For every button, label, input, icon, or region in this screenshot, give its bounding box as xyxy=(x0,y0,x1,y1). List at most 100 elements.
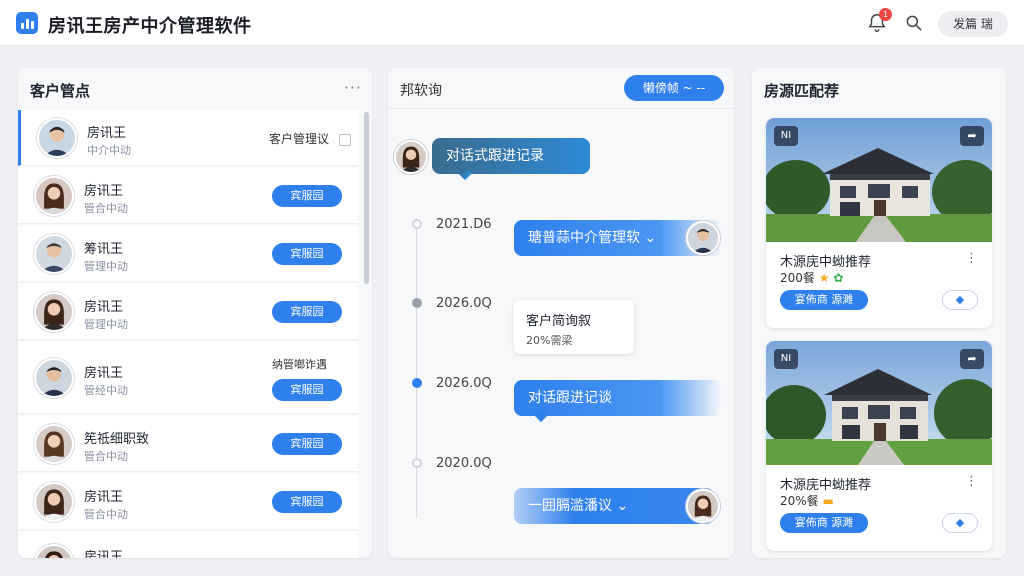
avatar xyxy=(34,358,74,398)
avatar xyxy=(394,140,428,174)
search-icon[interactable] xyxy=(904,13,924,33)
avatar xyxy=(34,482,74,522)
follow-up-bubble[interactable]: 对话跟进记谈 xyxy=(514,380,722,423)
client-note: 纳管啷诈遇 xyxy=(272,358,327,371)
listing-price: 200餐 ★ ✿ xyxy=(780,269,843,286)
avatar xyxy=(34,424,74,464)
client-subtitle: 管理中动 xyxy=(84,260,128,273)
conversation-header-bubble: 对话式跟进记录 xyxy=(432,138,590,181)
listing-card[interactable]: NI ➦ 木源庑中蚴推荐 ⋮ 20%餐 ▬ 宴佈商 源濉 ◆ xyxy=(766,341,992,551)
photo-count-badge: NI xyxy=(774,126,798,146)
client-list: 房讯王 中介中动 客户管理议 房讯王 管合中动 宾服园 筹讯王 管理中动 宾服园 xyxy=(18,110,358,558)
client-subtitle: 中介中动 xyxy=(87,144,131,157)
follow-up-bubble[interactable]: 一囲膈滥潘议 ⌄ xyxy=(514,488,714,524)
follow-up-button[interactable]: 宾服园 xyxy=(272,243,342,265)
avatar xyxy=(34,234,74,274)
more-options-icon[interactable]: ··· xyxy=(344,78,362,97)
send-link-button[interactable]: ◆ xyxy=(942,290,978,310)
follow-up-button[interactable]: 宾服园 xyxy=(272,185,342,207)
timeline-date: 2026.0Q xyxy=(436,376,492,391)
listing-match-title: 房源匹配荐 xyxy=(764,82,840,100)
follow-up-button[interactable]: 宾服园 xyxy=(272,301,342,323)
row-checkbox[interactable] xyxy=(339,134,351,146)
leaf-icon: ✿ xyxy=(833,271,844,285)
list-scrollbar[interactable] xyxy=(364,112,369,284)
user-menu-button[interactable]: 发篇 瑞 xyxy=(938,11,1008,37)
client-name: 房讯王 xyxy=(84,490,124,505)
listing-more-icon[interactable]: ⋮ xyxy=(965,251,978,266)
listing-title: 木源庑中蚴推荐 xyxy=(780,478,872,493)
client-row[interactable]: 房讯王 管理中动 宾服园 xyxy=(18,284,358,340)
app-title: 房讯王房产中介管理软件 xyxy=(48,16,252,37)
timeline-date: 2026.0Q xyxy=(436,296,492,311)
house-photo xyxy=(766,341,992,465)
follow-up-text: 瑭普蒜中介管理软 ⌄ xyxy=(528,230,657,246)
follow-up-text: 对话跟进记谈 xyxy=(528,390,612,406)
client-subtitle: 管理中动 xyxy=(84,318,128,331)
avatar xyxy=(34,292,74,332)
timeline-dot xyxy=(412,298,422,308)
client-name: 房讯王 xyxy=(84,300,124,315)
client-row[interactable]: 房讯王 管合中动 宾服园 xyxy=(18,168,358,224)
avatar xyxy=(686,489,720,523)
timeline-line xyxy=(416,218,417,518)
listing-match-panel: 房源匹配荐 NI ➦ 木源庑中蚴推荐 ⋮ 200餐 ★ ✿ 宴佈商 源濉 ◆ N… xyxy=(752,68,1006,558)
client-name: 筅祗细职致 xyxy=(84,432,150,447)
listing-price: 20%餐 ▬ xyxy=(780,492,834,509)
share-icon[interactable]: ➦ xyxy=(960,126,984,146)
price-text: 20%餐 xyxy=(780,494,819,508)
price-text: 200餐 xyxy=(780,271,815,285)
notification-badge: 1 xyxy=(879,8,892,21)
bubble-tail xyxy=(533,407,549,423)
client-row[interactable]: 房讯王 管合中动 宾服园 xyxy=(18,474,358,530)
follow-up-panel: 邦软询 懒傍帧 ~ -- 对话式跟进记录 2021.D6 瑭普蒜中介管理软 ⌄ … xyxy=(388,68,734,558)
app-logo-icon xyxy=(16,12,38,34)
follow-up-button[interactable]: 宾服园 xyxy=(272,433,342,455)
client-subtitle: 管合中动 xyxy=(84,202,128,215)
client-name: 房讯王 xyxy=(84,366,124,381)
card-subtitle: 20%需梁 xyxy=(526,334,573,347)
client-row[interactable]: 房讯王 中介中动 客户管理议 xyxy=(18,110,358,166)
client-note: 客户管理议 xyxy=(269,132,330,146)
follow-up-button[interactable]: 宾服园 xyxy=(272,491,342,513)
avatar xyxy=(686,221,720,255)
house-photo xyxy=(766,118,992,242)
send-link-button[interactable]: ◆ xyxy=(942,513,978,533)
timeline-dot xyxy=(412,219,422,229)
conversation-header-label: 对话式跟进记录 xyxy=(446,148,544,164)
star-icon: ★ xyxy=(818,271,830,285)
client-panel-title: 客户管点 xyxy=(30,82,91,100)
client-row[interactable]: 房讯王 管经中动 纳管啷诈遇 宾服园 xyxy=(18,342,358,414)
top-bar: 房讯王房产中介管理软件 1 发篇 瑞 xyxy=(0,0,1024,46)
timeline-date: 2021.D6 xyxy=(436,217,492,232)
share-icon[interactable]: ➦ xyxy=(960,349,984,369)
view-listing-button[interactable]: 宴佈商 源濉 xyxy=(780,290,868,310)
listing-card[interactable]: NI ➦ 木源庑中蚴推荐 ⋮ 200餐 ★ ✿ 宴佈商 源濉 ◆ xyxy=(766,118,992,328)
tag-icon: ▬ xyxy=(822,494,834,508)
card-title: 客户简询叙 xyxy=(526,314,592,329)
timeline-dot xyxy=(412,378,422,388)
avatar xyxy=(34,544,74,558)
photo-count-badge: NI xyxy=(774,349,798,369)
client-subtitle: 管合中动 xyxy=(84,508,128,521)
client-name: 筹讯王 xyxy=(84,242,124,257)
follow-up-text: 一囲膈滥潘议 ⌄ xyxy=(528,498,629,514)
timeline-date: 2020.0Q xyxy=(436,456,492,471)
customer-inquiry-card[interactable]: 客户简询叙 20%需梁 xyxy=(514,300,634,354)
follow-up-button[interactable]: 宾服园 xyxy=(272,379,342,401)
timeline-dot xyxy=(412,458,422,468)
view-listing-button[interactable]: 宴佈商 源濉 xyxy=(780,513,868,533)
follow-up-panel-title: 邦软询 xyxy=(400,83,442,99)
client-row[interactable]: 房讯王 xyxy=(18,532,358,558)
client-subtitle: 管合中动 xyxy=(84,450,128,463)
filter-dropdown[interactable]: 懒傍帧 ~ -- xyxy=(624,75,724,101)
client-panel: 客户管点 ··· 房讯王 中介中动 客户管理议 房讯王 管合中动 宾服园 筹讯王… xyxy=(18,68,372,558)
client-name: 房讯王 xyxy=(84,184,124,199)
listing-more-icon[interactable]: ⋮ xyxy=(965,474,978,489)
client-subtitle: 管经中动 xyxy=(84,384,128,397)
avatar xyxy=(37,118,77,158)
client-row[interactable]: 筅祗细职致 管合中动 宾服园 xyxy=(18,416,358,472)
client-name: 房讯王 xyxy=(87,126,127,141)
client-row[interactable]: 筹讯王 管理中动 宾服园 xyxy=(18,226,358,282)
bubble-tail xyxy=(457,165,473,181)
